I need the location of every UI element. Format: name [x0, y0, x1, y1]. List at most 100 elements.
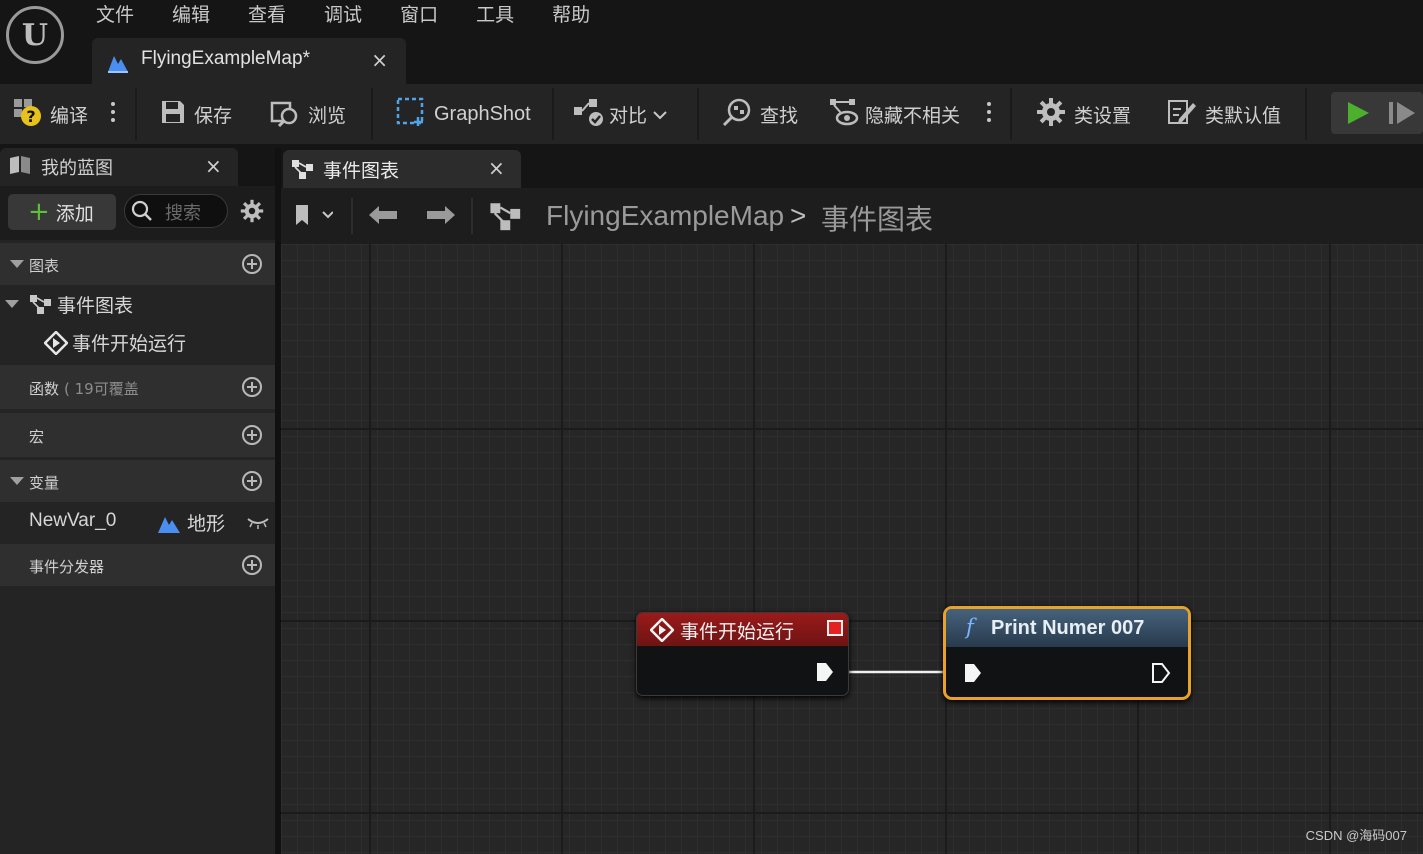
document-tab-label: FlyingExampleMap* — [141, 48, 310, 69]
bookmark-icon[interactable] — [293, 203, 334, 232]
find-button[interactable]: 查找 — [722, 84, 798, 144]
function-node-title: Print Numer 007 — [991, 617, 1145, 639]
breadcrumb-root[interactable]: FlyingExampleMap — [546, 200, 784, 232]
class-defaults-button[interactable]: 类默认值 — [1167, 84, 1281, 144]
graphshot-icon — [396, 97, 426, 132]
section-event-dispatchers-label: 事件分发器 — [29, 558, 105, 576]
toolbar-divider — [552, 88, 554, 140]
hide-unrelated-button[interactable]: 隐藏不相关 — [829, 84, 960, 144]
menu-file[interactable]: 文件 — [96, 2, 134, 28]
menu-view[interactable]: 查看 — [248, 2, 286, 28]
play-controls — [1331, 92, 1423, 134]
plus-icon: + — [28, 197, 50, 227]
find-options-icon[interactable] — [987, 102, 991, 126]
toolbar-divider — [1305, 88, 1307, 140]
diff-button[interactable]: 对比 — [573, 84, 667, 144]
class-defaults-label: 类默认值 — [1205, 104, 1282, 127]
header-divider — [471, 198, 473, 234]
section-functions[interactable]: 函数 ( 19可覆盖 — [0, 365, 275, 409]
browse-label: 浏览 — [308, 104, 347, 127]
add-event-dispatcher-icon[interactable] — [242, 555, 262, 575]
class-defaults-icon — [1167, 97, 1197, 132]
play-icon[interactable] — [1345, 100, 1371, 131]
graphshot-label: GraphShot — [434, 102, 531, 125]
event-begin-play-node[interactable]: 事件开始运行 — [636, 612, 849, 696]
add-button[interactable]: + 添加 — [8, 194, 116, 230]
add-function-icon[interactable] — [242, 377, 262, 397]
browse-button[interactable]: 浏览 — [270, 84, 346, 144]
graphshot-button[interactable]: GraphShot — [396, 84, 531, 144]
back-arrow-icon[interactable] — [367, 204, 399, 231]
section-event-dispatchers[interactable]: 事件分发器 — [0, 544, 275, 586]
breadcrumb-separator: > — [790, 200, 807, 231]
landscape-type-icon — [157, 512, 181, 539]
class-settings-button[interactable]: 类设置 — [1036, 84, 1131, 144]
class-settings-label: 类设置 — [1074, 104, 1132, 127]
section-graphs[interactable]: 图表 — [0, 243, 275, 285]
variable-row[interactable]: NewVar_0 地形 — [0, 504, 275, 540]
tree-item-event-graph-label: 事件图表 — [57, 295, 134, 317]
graph-tab[interactable]: 事件图表 × — [283, 150, 521, 188]
menu-window[interactable]: 窗口 — [400, 2, 438, 28]
diff-label: 对比 — [609, 104, 648, 127]
close-icon[interactable]: × — [371, 48, 388, 72]
toolbar-divider — [1010, 88, 1012, 140]
expand-arrow-icon[interactable] — [10, 260, 24, 268]
expand-arrow-icon[interactable] — [5, 300, 19, 308]
visibility-closed-eye-icon[interactable] — [246, 514, 270, 535]
my-blueprint-tab-label: 我的蓝图 — [41, 158, 113, 179]
menu-tools[interactable]: 工具 — [476, 2, 514, 28]
tree-item-event-graph[interactable]: 事件图表 — [0, 287, 275, 321]
compile-options-icon[interactable] — [111, 102, 115, 126]
close-icon[interactable]: × — [205, 154, 222, 178]
exec-out-pin-icon[interactable] — [815, 661, 835, 688]
settings-gear-icon[interactable] — [240, 199, 264, 228]
add-graph-icon[interactable] — [242, 254, 262, 274]
exec-in-pin-icon[interactable] — [963, 662, 983, 689]
hide-unrelated-label: 隐藏不相关 — [865, 104, 961, 127]
search-input[interactable]: 搜索 — [124, 194, 228, 228]
save-label: 保存 — [194, 104, 233, 127]
advance-frame-icon[interactable] — [1387, 100, 1417, 131]
browse-icon — [270, 97, 300, 132]
close-icon[interactable]: × — [488, 156, 505, 180]
print-function-node[interactable]: f Print Numer 007 — [943, 606, 1191, 700]
level-blueprint-icon — [106, 50, 130, 79]
graph-tab-label: 事件图表 — [323, 160, 400, 182]
section-variables-label: 变量 — [29, 474, 60, 492]
svg-text:?: ? — [26, 107, 35, 126]
add-label: 添加 — [55, 202, 94, 225]
menu-edit[interactable]: 编辑 — [172, 2, 210, 28]
variable-type: 地形 — [187, 513, 226, 535]
section-macros[interactable]: 宏 — [0, 413, 275, 457]
chevron-down-icon — [653, 103, 667, 125]
watermark: CSDN @海码007 — [1305, 828, 1407, 843]
graph-canvas[interactable] — [281, 244, 1423, 854]
document-tab[interactable]: FlyingExampleMap* × — [92, 38, 406, 84]
forward-arrow-icon[interactable] — [425, 204, 457, 231]
menu-bar: 文件 编辑 查看 调试 窗口 工具 帮助 — [96, 2, 628, 28]
expand-arrow-icon[interactable] — [10, 477, 24, 485]
menu-help[interactable]: 帮助 — [552, 2, 590, 28]
add-variable-icon[interactable] — [242, 471, 262, 491]
search-icon — [131, 200, 153, 227]
gear-icon — [1036, 97, 1066, 132]
functions-overridable-count: ( 19可覆盖 — [64, 380, 139, 398]
find-label: 查找 — [760, 104, 799, 127]
add-macro-icon[interactable] — [242, 425, 262, 445]
section-graphs-label: 图表 — [29, 257, 60, 275]
tree-item-begin-play-label: 事件开始运行 — [72, 333, 187, 355]
menu-debug[interactable]: 调试 — [324, 2, 362, 28]
save-button[interactable]: 保存 — [160, 84, 232, 144]
compile-button[interactable]: ? 编译 — [12, 84, 88, 144]
breadcrumb-current[interactable]: 事件图表 — [821, 198, 933, 238]
diff-icon — [573, 97, 605, 132]
compile-label: 编译 — [50, 104, 89, 127]
exec-out-pin-icon[interactable] — [1151, 662, 1171, 689]
section-variables[interactable]: 变量 — [0, 460, 275, 502]
my-blueprint-tab[interactable]: 我的蓝图 × — [0, 148, 238, 186]
unreal-logo-icon[interactable]: U — [6, 6, 64, 64]
tree-item-begin-play[interactable]: 事件开始运行 — [0, 324, 275, 360]
search-placeholder: 搜索 — [165, 203, 201, 224]
delegate-pin-icon[interactable] — [827, 620, 843, 636]
